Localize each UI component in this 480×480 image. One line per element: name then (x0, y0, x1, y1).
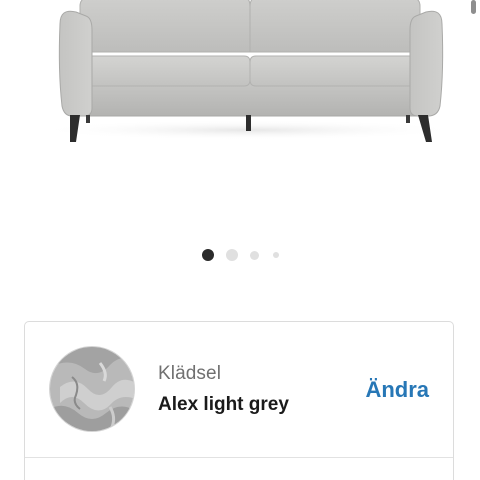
change-upholstery-link[interactable]: Ändra (365, 377, 429, 403)
sofa-image (33, 0, 463, 142)
option-value: Alex light grey (158, 394, 289, 415)
fabric-swatch-icon (49, 346, 135, 432)
carousel-dot-3[interactable] (249, 250, 259, 260)
option-label: Klädsel (158, 363, 222, 384)
carousel-dots (0, 248, 480, 262)
carousel-dot-1-active[interactable] (201, 249, 214, 261)
product-page: Klädsel Alex light grey Ändra (0, 0, 480, 480)
product-image[interactable] (0, 0, 480, 175)
options-card: Klädsel Alex light grey Ändra (24, 321, 454, 480)
upholstery-option-row[interactable]: Klädsel Alex light grey Ändra (25, 322, 453, 458)
carousel-dot-2[interactable] (225, 249, 238, 261)
carousel-dot-4[interactable] (272, 252, 279, 258)
